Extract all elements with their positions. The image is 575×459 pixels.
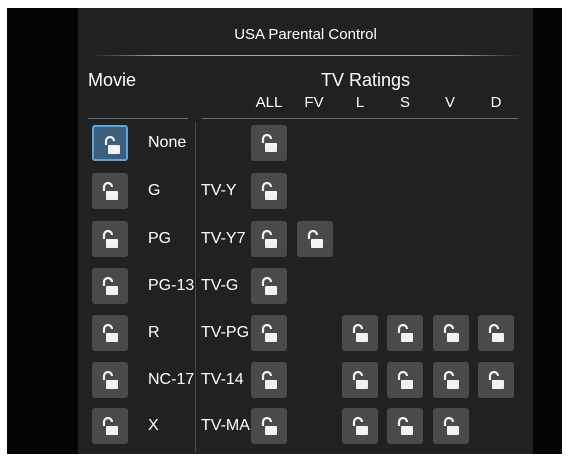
- tv-lock-tv-ma-l[interactable]: [342, 408, 378, 444]
- tv-divider: [202, 118, 518, 119]
- tv-lock-tv-14-d[interactable]: [478, 362, 514, 398]
- tv-lock-tv-14-all[interactable]: [251, 362, 287, 398]
- tv-lock-tv-pg-s[interactable]: [387, 315, 423, 351]
- column-separator: [195, 122, 196, 452]
- tv-lock-tv-ma-v[interactable]: [433, 408, 469, 444]
- tv-lock-tv-pg-d[interactable]: [478, 315, 514, 351]
- tv-lock-all-none[interactable]: [251, 125, 287, 161]
- tv-rating-label: TV-Y: [201, 182, 237, 199]
- tv-lock-tv-pg-all[interactable]: [251, 315, 287, 351]
- tv-lock-tv-g-all[interactable]: [251, 268, 287, 304]
- tv-rating-label: TV-Y7: [201, 230, 246, 247]
- movie-lock-g[interactable]: [92, 173, 128, 209]
- title-divider: [92, 55, 520, 56]
- tv-lock-tv-ma-all[interactable]: [251, 408, 287, 444]
- page-title: USA Parental Control: [234, 26, 377, 43]
- column-header-all: ALL: [255, 94, 283, 111]
- movie-lock-x[interactable]: [92, 408, 128, 444]
- movie-rating-label: PG: [148, 230, 172, 247]
- tv-lock-tv-14-l[interactable]: [342, 362, 378, 398]
- column-header-fv: FV: [304, 94, 324, 111]
- column-header-l: L: [355, 94, 365, 111]
- movie-lock-pg13[interactable]: [92, 268, 128, 304]
- tv-lock-tv-14-s[interactable]: [387, 362, 423, 398]
- movie-lock-nc17[interactable]: [92, 362, 128, 398]
- column-header-s: S: [399, 94, 410, 111]
- movie-rating-label: NC-17: [148, 371, 195, 388]
- tv-lock-tv-14-v[interactable]: [433, 362, 469, 398]
- movie-rating-label: R: [148, 324, 160, 341]
- movie-divider: [88, 118, 188, 119]
- movie-rating-label: G: [148, 182, 161, 199]
- tv-lock-tv-y7-all[interactable]: [251, 221, 287, 257]
- tv-ratings-heading: TV Ratings: [321, 70, 411, 90]
- column-header-d: D: [490, 94, 502, 111]
- movie-rating-label: X: [148, 417, 159, 434]
- movie-rating-label: PG-13: [148, 277, 195, 294]
- tv-lock-tv-pg-v[interactable]: [433, 315, 469, 351]
- movie-lock-pg[interactable]: [92, 221, 128, 257]
- movie-lock-none[interactable]: [92, 125, 128, 161]
- tv-rating-label: TV-14: [201, 371, 244, 388]
- tv-lock-tv-y7-fv[interactable]: [297, 221, 333, 257]
- tv-lock-tv-pg-l[interactable]: [342, 315, 378, 351]
- tv-rating-label: TV-PG: [201, 324, 250, 341]
- movie-lock-r[interactable]: [92, 315, 128, 351]
- tv-rating-label: TV-MA: [201, 417, 250, 434]
- movie-heading: Movie: [88, 70, 137, 90]
- tv-lock-tv-ma-s[interactable]: [387, 408, 423, 444]
- movie-rating-label: None: [148, 134, 187, 151]
- column-header-v: V: [444, 94, 455, 111]
- tv-rating-label: TV-G: [201, 277, 239, 294]
- tv-lock-tv-y-all[interactable]: [251, 173, 287, 209]
